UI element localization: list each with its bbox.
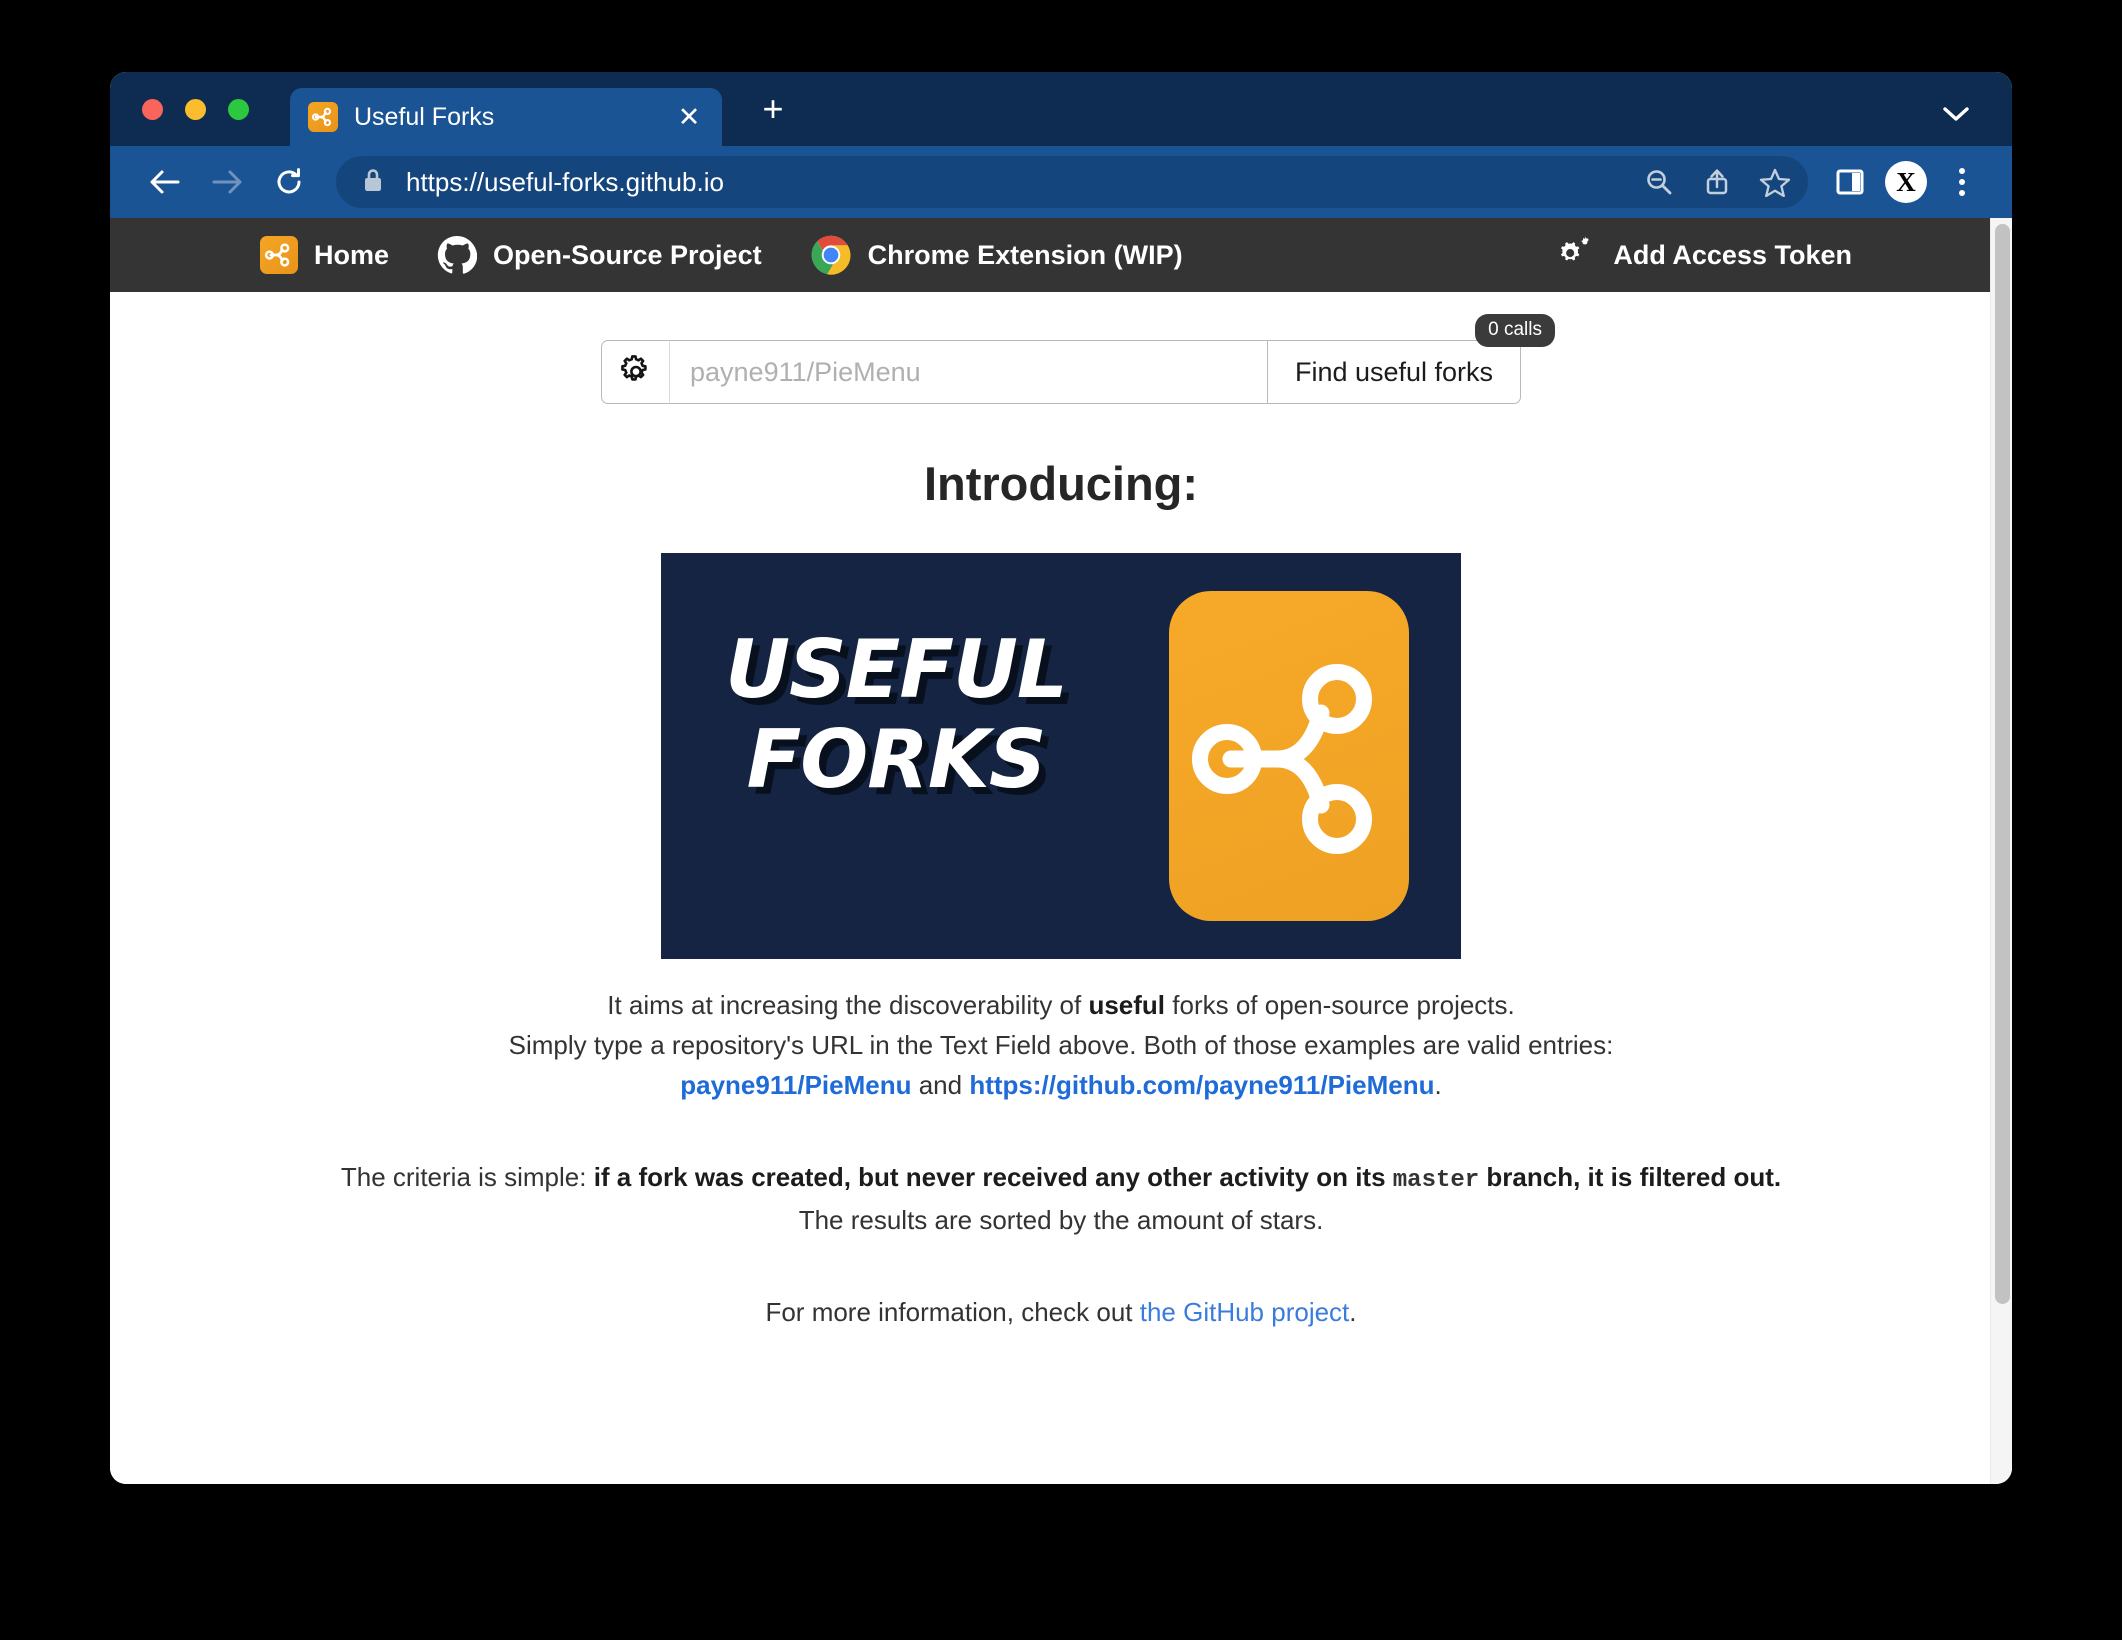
window-close-button[interactable] [142, 99, 163, 120]
api-calls-badge: 0 calls [1475, 314, 1555, 347]
new-tab-button[interactable]: + [750, 88, 796, 134]
nav-item-label: Open-Source Project [493, 239, 762, 270]
search-group: Find useful forks 0 calls [601, 314, 1555, 404]
more-info-paragraph: For more information, check out the GitH… [110, 1292, 2012, 1332]
github-project-link[interactable]: the GitHub project [1140, 1297, 1350, 1327]
avatar[interactable]: X [1878, 154, 1934, 210]
gears-icon [1551, 232, 1597, 278]
useful-forks-icon [260, 236, 298, 274]
example-end: . [1434, 1070, 1442, 1101]
lock-icon [362, 167, 384, 198]
desc1-pre: It aims at increasing the discoverabilit… [607, 990, 1089, 1020]
page-scrollbar-track[interactable] [1990, 218, 2012, 1484]
desc1-bold: useful [1088, 990, 1166, 1020]
repository-search-input[interactable] [669, 340, 1267, 404]
banner-logo-tile [1169, 591, 1409, 921]
description-paragraph-1: It aims at increasing the discoverabilit… [110, 985, 2012, 1025]
desc1-post: forks of open-source projects. [1165, 990, 1515, 1020]
zoom-out-icon[interactable] [1630, 156, 1688, 208]
nav-item-chrome-extension[interactable]: Chrome Extension (WIP) [810, 234, 1183, 276]
reload-icon[interactable] [258, 151, 320, 213]
search-section: Find useful forks 0 calls [110, 314, 2012, 404]
address-bar[interactable]: https://useful-forks.github.io [336, 156, 1808, 208]
description-paragraph-2: Simply type a repository's URL in the Te… [508, 1030, 1614, 1061]
more-info-post: . [1349, 1297, 1357, 1328]
criteria-pre: The criteria is simple: [340, 1162, 594, 1193]
toolbar-right-actions: X [1822, 154, 1990, 210]
browser-window: Useful Forks ✕ + https://useful-forks.gi… [110, 72, 2012, 1484]
tab-close-icon[interactable]: ✕ [674, 103, 704, 131]
settings-gear-icon[interactable] [601, 340, 669, 404]
avatar-initial: X [1885, 161, 1927, 203]
useful-forks-icon [308, 102, 338, 132]
criteria-paragraph: The criteria is simple: if a fork was cr… [110, 1157, 2012, 1200]
example-link-full-url[interactable]: https://github.com/payne911/PieMenu [969, 1070, 1434, 1100]
example-link-short[interactable]: payne911/PieMenu [680, 1070, 911, 1100]
banner-line-2: FORKS [746, 712, 1047, 806]
back-arrow-icon[interactable] [134, 151, 196, 213]
example-and: and [911, 1070, 970, 1101]
criteria-bold-2: branch, it is filtered out. [1479, 1162, 1782, 1193]
sorting-note: The results are sorted by the amount of … [798, 1205, 1324, 1236]
window-maximize-button[interactable] [228, 99, 249, 120]
browser-tab-useful-forks[interactable]: Useful Forks ✕ [290, 88, 722, 146]
nav-item-label: Chrome Extension (WIP) [867, 239, 1183, 270]
forward-arrow-icon [196, 151, 258, 213]
sidebar-panel-icon[interactable] [1822, 154, 1878, 210]
page-title: Introducing: [923, 457, 1199, 510]
chevron-down-icon[interactable] [1936, 94, 1976, 134]
more-info-pre: For more information, check out [765, 1297, 1140, 1328]
nav-item-open-source-project[interactable]: Open-Source Project [437, 235, 762, 275]
page-scrollbar-thumb[interactable] [1995, 224, 2010, 1304]
main-content: Introducing: USEFUL FORKS It aims at inc… [110, 404, 2012, 1332]
site-navigation-bar: Home Open-Source Project Chrome Extensio… [110, 218, 2012, 292]
banner-line-1: USEFUL [725, 623, 1068, 716]
address-bar-actions [1630, 156, 1808, 208]
nav-item-label: Home [314, 239, 390, 270]
three-dot-menu-icon[interactable] [1934, 154, 1990, 210]
nav-item-add-access-token[interactable]: Add Access Token [1551, 232, 1972, 278]
browser-titlebar: Useful Forks ✕ + [110, 72, 2012, 146]
chrome-icon [810, 234, 852, 276]
share-icon[interactable] [1688, 156, 1746, 208]
nav-item-home[interactable]: Home [260, 236, 389, 274]
useful-forks-banner: USEFUL FORKS [661, 553, 1461, 959]
address-bar-url: https://useful-forks.github.io [406, 166, 724, 197]
banner-wordmark: USEFUL FORKS [691, 625, 1101, 804]
window-minimize-button[interactable] [185, 99, 206, 120]
traffic-light-buttons [142, 99, 249, 120]
criteria-bold-1: if a fork was created, but never receive… [593, 1162, 1393, 1193]
bookmark-star-icon[interactable] [1746, 156, 1804, 208]
page-viewport: Home Open-Source Project Chrome Extensio… [110, 218, 2012, 1484]
example-links-paragraph: payne911/PieMenu and https://github.com/… [110, 1065, 2012, 1105]
browser-toolbar: https://useful-forks.github.io X [110, 146, 2012, 218]
github-icon [437, 235, 478, 275]
criteria-branch-code: master [1392, 1167, 1480, 1195]
nav-item-label: Add Access Token [1613, 239, 1852, 270]
find-useful-forks-button[interactable]: Find useful forks [1267, 340, 1521, 404]
tab-title: Useful Forks [354, 102, 495, 131]
